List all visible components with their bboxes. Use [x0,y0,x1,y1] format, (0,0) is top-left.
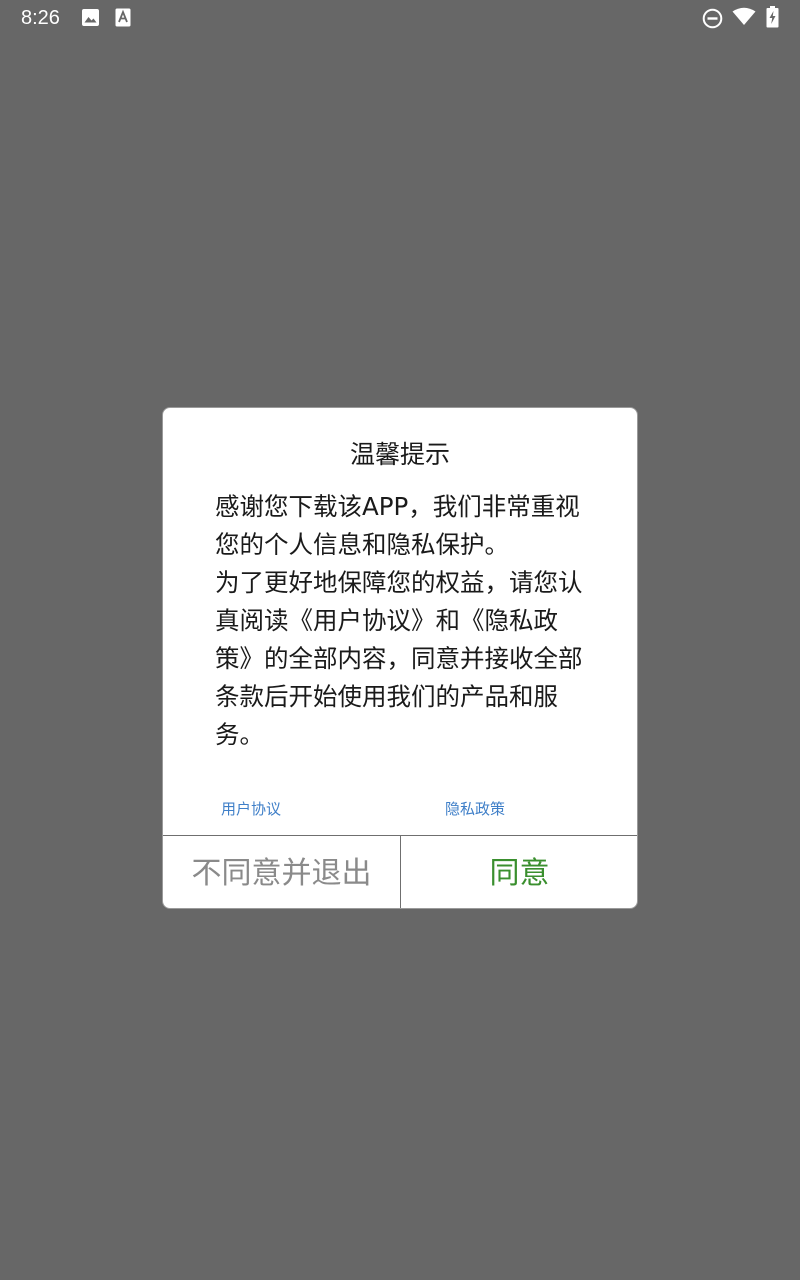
privacy-policy-link[interactable]: 隐私政策 [445,798,505,820]
wifi-icon [732,7,756,25]
status-time: 8:26 [21,7,60,29]
screen: 8:26 温馨提示 感谢您下载该APP，我们非常重视您的个人信息和隐私保护。 为… [0,0,800,1280]
user-agreement-link[interactable]: 用户协议 [221,798,281,820]
dialog-button-row: 不同意并退出 同意 [163,835,637,908]
decline-exit-button[interactable]: 不同意并退出 [163,836,401,908]
battery-charging-icon [766,6,779,28]
agree-button[interactable]: 同意 [401,836,637,908]
dialog-paragraph-2: 为了更好地保障您的权益，请您认真阅读《用户协议》和《隐私政策》的全部内容，同意并… [215,568,583,749]
image-icon [82,9,99,26]
dialog-title: 温馨提示 [349,440,450,469]
dialog-paragraph-1: 感谢您下载该APP，我们非常重视您的个人信息和隐私保护。 [215,492,580,559]
consent-dialog: 温馨提示 感谢您下载该APP，我们非常重视您的个人信息和隐私保护。 为了更好地保… [162,407,638,909]
dialog-body: 感谢您下载该APP，我们非常重视您的个人信息和隐私保护。 为了更好地保障您的权益… [215,488,585,754]
text-a-icon [115,8,131,27]
status-bar: 8:26 [0,0,800,36]
do-not-disturb-icon [702,8,723,29]
